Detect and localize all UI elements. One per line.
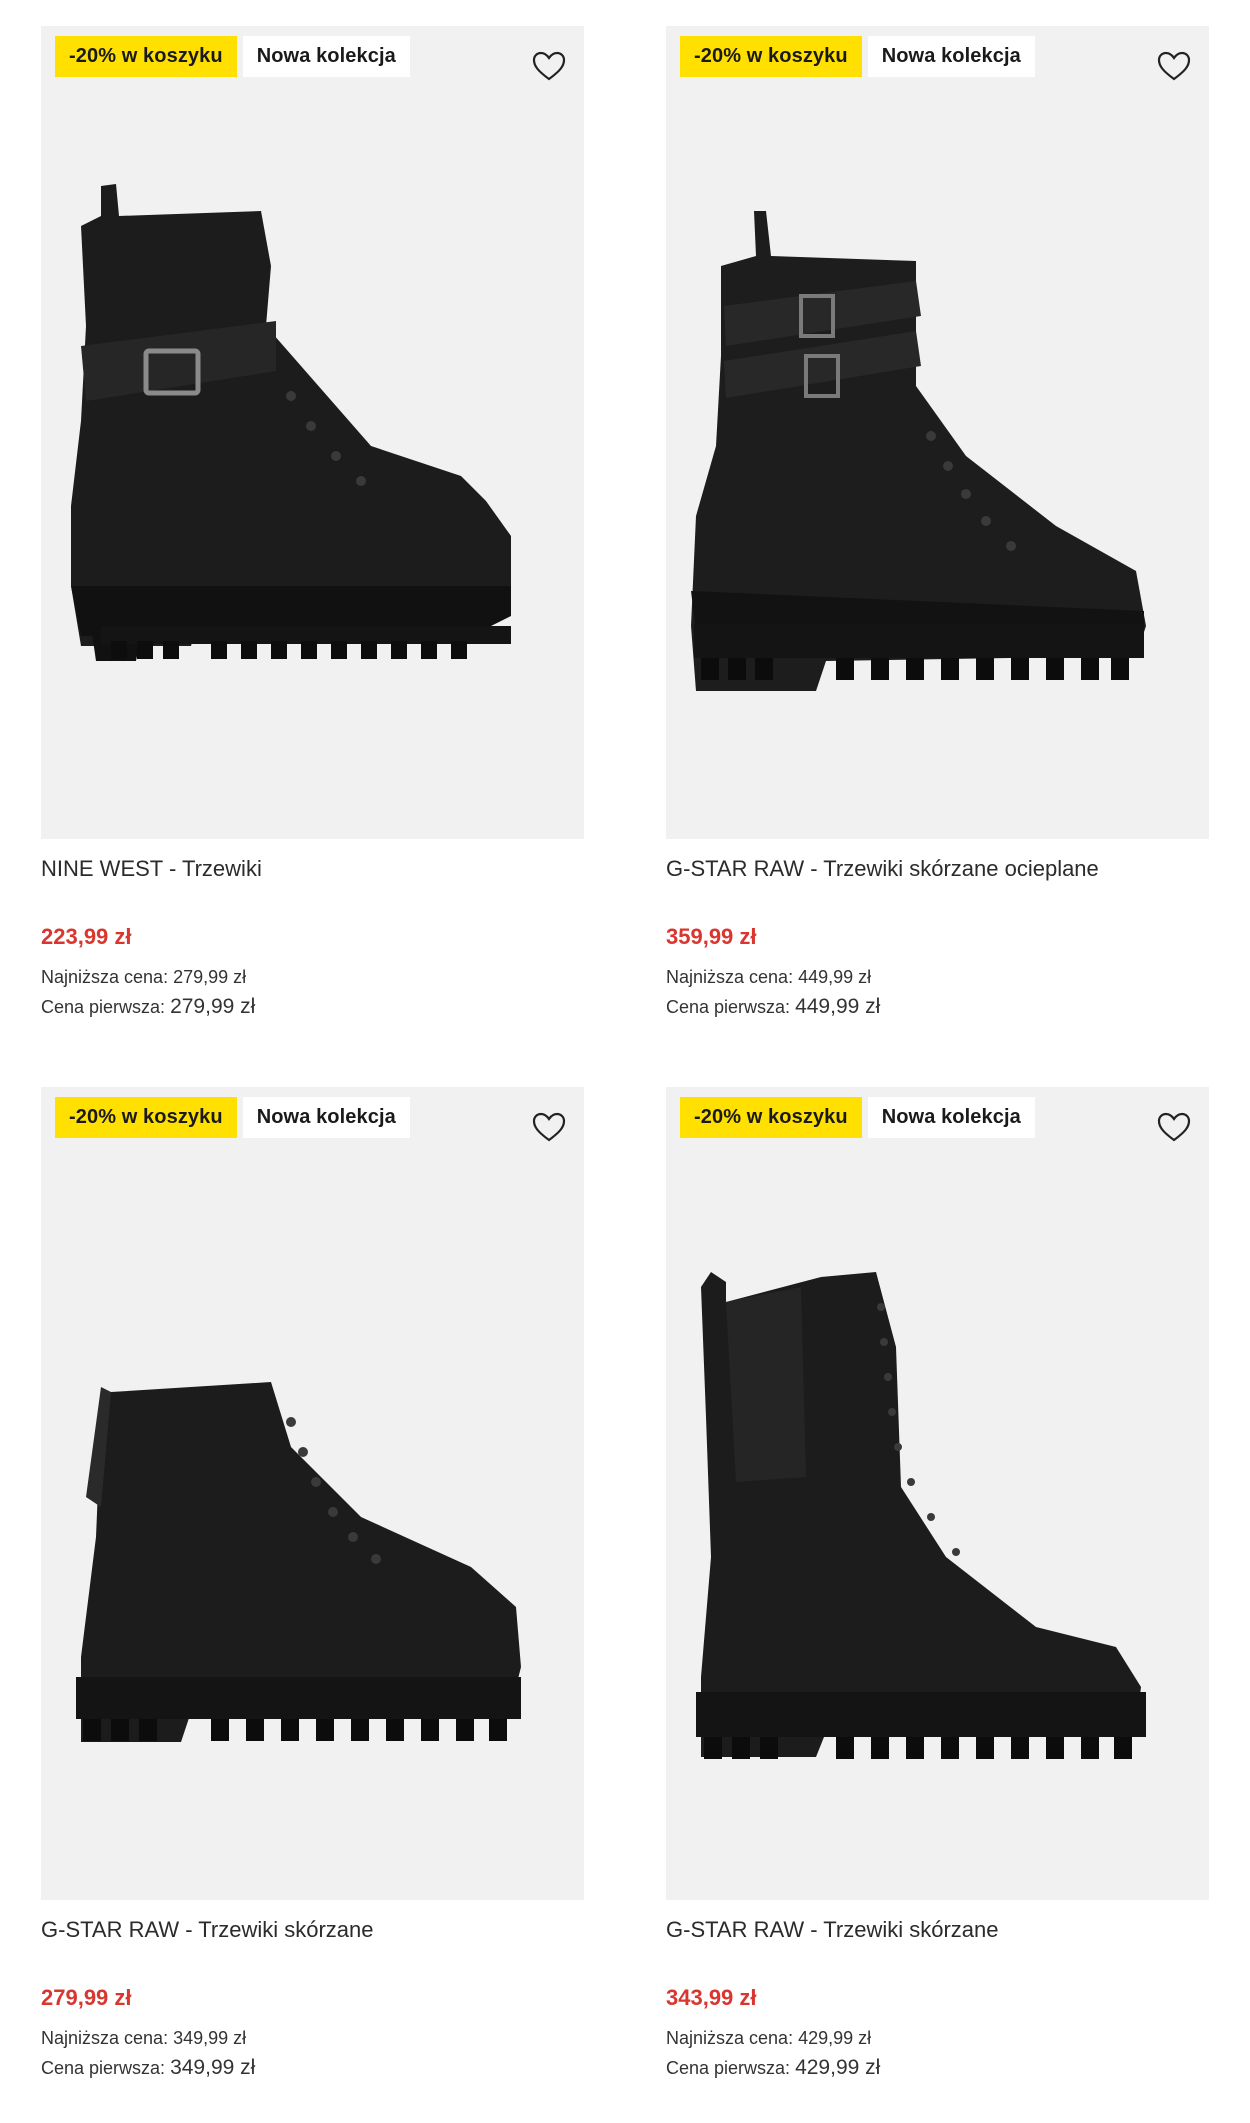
product-price: 223,99 zł	[41, 924, 132, 949]
wishlist-button[interactable]	[528, 1107, 570, 1147]
product-card[interactable]: -20% w koszyku Nowa kolekcja G-STAR RAW …	[666, 1087, 1209, 2083]
product-image[interactable]: -20% w koszyku Nowa kolekcja	[666, 1087, 1209, 1900]
first-price-row: Cena pierwsza: 449,99 zł	[666, 992, 1209, 1022]
price-history: Najniższa cena: 449,99 zł Cena pierwsza:…	[666, 963, 1209, 1022]
heart-outline-icon	[1157, 51, 1191, 81]
product-image[interactable]: -20% w koszyku Nowa kolekcja	[41, 1087, 584, 1900]
lowest-price-label: Najniższa cena:	[666, 2028, 794, 2048]
lowest-price-row: Najniższa cena: 449,99 zł	[666, 963, 1209, 992]
lowest-price-label: Najniższa cena:	[41, 2028, 169, 2048]
first-price-row: Cena pierwsza: 279,99 zł	[41, 992, 584, 1022]
price-history: Najniższa cena: 349,99 zł Cena pierwsza:…	[41, 2024, 584, 2083]
first-price-label: Cena pierwsza:	[666, 2058, 791, 2078]
first-price-value: 349,99 zł	[170, 2056, 256, 2079]
price-history: Najniższa cena: 429,99 zł Cena pierwsza:…	[666, 2024, 1209, 2083]
lowest-price-value: 449,99 zł	[798, 967, 872, 987]
product-card[interactable]: -20% w koszyku Nowa kolekcja NINE WEST -…	[41, 26, 584, 1022]
price-history: Najniższa cena: 279,99 zł Cena pierwsza:…	[41, 963, 584, 1022]
product-price: 359,99 zł	[666, 924, 757, 949]
boot-image	[71, 184, 511, 661]
heart-outline-icon	[532, 51, 566, 81]
new-collection-badge: Nowa kolekcja	[242, 1097, 410, 1138]
lowest-price-row: Najniższa cena: 279,99 zł	[41, 963, 584, 992]
lowest-price-row: Najniższa cena: 429,99 zł	[666, 2024, 1209, 2053]
discount-badge: -20% w koszyku	[680, 1097, 862, 1138]
heart-outline-icon	[532, 1112, 566, 1142]
product-title[interactable]: NINE WEST - Trzewiki	[41, 855, 584, 883]
boot-image	[691, 211, 1146, 691]
lowest-price-value: 349,99 zł	[173, 2028, 247, 2048]
wishlist-button[interactable]	[1153, 1107, 1195, 1147]
product-image[interactable]: -20% w koszyku Nowa kolekcja	[666, 26, 1209, 839]
heart-outline-icon	[1157, 1112, 1191, 1142]
product-card[interactable]: -20% w koszyku Nowa kolekcja G-STAR RAW …	[666, 26, 1209, 1022]
product-title[interactable]: G-STAR RAW - Trzewiki skórzane	[666, 1916, 1209, 1944]
first-price-value: 429,99 zł	[795, 2056, 881, 2079]
lowest-price-value: 429,99 zł	[798, 2028, 872, 2048]
first-price-label: Cena pierwsza:	[41, 997, 166, 1017]
new-collection-badge: Nowa kolekcja	[867, 36, 1035, 77]
wishlist-button[interactable]	[528, 46, 570, 86]
new-collection-badge: Nowa kolekcja	[242, 36, 410, 77]
first-price-value: 279,99 zł	[170, 995, 256, 1018]
first-price-row: Cena pierwsza: 429,99 zł	[666, 2053, 1209, 2083]
lowest-price-label: Najniższa cena:	[666, 967, 794, 987]
discount-badge: -20% w koszyku	[55, 36, 237, 77]
lowest-price-label: Najniższa cena:	[41, 967, 169, 987]
lowest-price-row: Najniższa cena: 349,99 zł	[41, 2024, 584, 2053]
product-grid: -20% w koszyku Nowa kolekcja NINE WEST -…	[0, 0, 1250, 2123]
product-image[interactable]: -20% w koszyku Nowa kolekcja	[41, 26, 584, 839]
product-card[interactable]: -20% w koszyku Nowa kolekcja G-STAR RAW …	[41, 1087, 584, 2083]
first-price-label: Cena pierwsza:	[666, 997, 791, 1017]
new-collection-badge: Nowa kolekcja	[867, 1097, 1035, 1138]
first-price-label: Cena pierwsza:	[41, 2058, 166, 2078]
lowest-price-value: 279,99 zł	[173, 967, 247, 987]
first-price-value: 449,99 zł	[795, 995, 881, 1018]
boot-image	[696, 1272, 1146, 1759]
wishlist-button[interactable]	[1153, 46, 1195, 86]
product-price: 279,99 zł	[41, 1985, 132, 2010]
discount-badge: -20% w koszyku	[680, 36, 862, 77]
boot-image	[76, 1382, 521, 1742]
product-title[interactable]: G-STAR RAW - Trzewiki skórzane	[41, 1916, 584, 1944]
first-price-row: Cena pierwsza: 349,99 zł	[41, 2053, 584, 2083]
product-price: 343,99 zł	[666, 1985, 757, 2010]
discount-badge: -20% w koszyku	[55, 1097, 237, 1138]
product-title[interactable]: G-STAR RAW - Trzewiki skórzane ocieplane	[666, 855, 1209, 883]
